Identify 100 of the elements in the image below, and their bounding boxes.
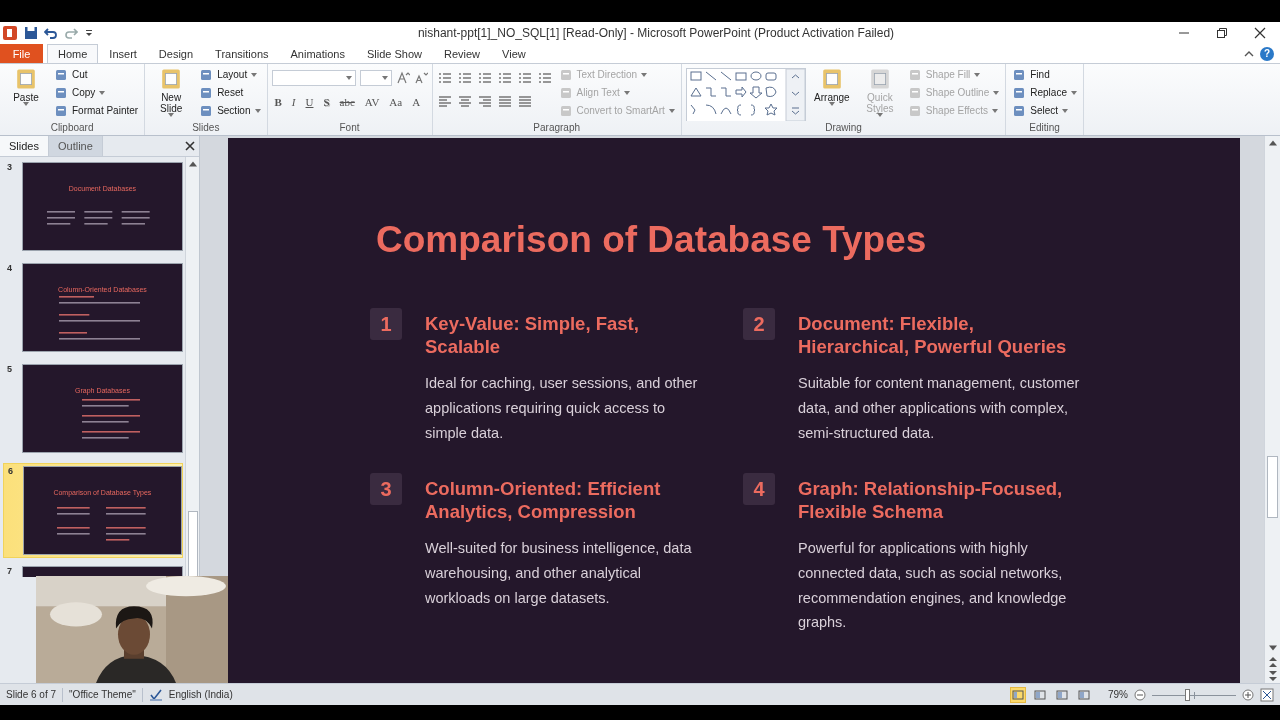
zoom-in-icon[interactable] (1242, 688, 1254, 701)
slide-number: 6 (7, 466, 14, 478)
align-icon[interactable] (456, 94, 473, 110)
redo-icon[interactable] (64, 26, 78, 40)
slide-thumbnail-row[interactable]: 7 (3, 564, 183, 577)
list-icon[interactable] (536, 70, 553, 86)
help-button[interactable]: ? (1260, 46, 1274, 61)
app-icon[interactable] (2, 25, 18, 41)
align-icon[interactable] (476, 94, 493, 110)
font-format-button[interactable]: AV (361, 94, 383, 110)
align-icon[interactable] (436, 94, 453, 110)
font-format-button[interactable]: B (271, 94, 285, 110)
scrollbar-thumb[interactable] (187, 511, 198, 577)
shrink-font-icon[interactable] (413, 71, 428, 85)
item-heading: Column-Oriented: Efficient Analytics, Compression (425, 477, 662, 523)
command-icon (1012, 67, 1027, 82)
ribbon-command[interactable]: Copy (52, 84, 141, 101)
ribbon-tab[interactable]: Transitions (204, 44, 280, 63)
ribbon-command[interactable]: Replace (1010, 84, 1079, 101)
font-format-button[interactable]: Aa (386, 94, 406, 110)
font-name-field[interactable] (271, 70, 356, 86)
restore-icon[interactable] (1216, 27, 1228, 39)
list-icon[interactable] (496, 70, 513, 86)
command-icon (14, 67, 38, 91)
font-format-button[interactable]: A (409, 94, 424, 110)
ribbon-tab[interactable]: Design (147, 44, 205, 63)
zoom-slider[interactable] (1152, 688, 1236, 701)
font-format-button[interactable]: I (288, 94, 299, 110)
ribbon-command[interactable]: Reset (197, 84, 263, 101)
customize-caret-icon[interactable] (84, 28, 94, 38)
command-icon (199, 85, 214, 100)
ribbon-command[interactable]: New Slide (149, 66, 194, 117)
number-badge: 4 (743, 473, 775, 505)
command-icon (558, 85, 573, 100)
caret-icon (876, 113, 883, 117)
slide-number: 7 (6, 566, 13, 577)
command-icon (558, 103, 573, 118)
ribbon-tab[interactable]: Home (47, 44, 99, 63)
scrollbar[interactable] (1264, 136, 1280, 683)
ribbon-tab[interactable]: File (0, 44, 43, 63)
ribbon-command[interactable]: Section (197, 102, 263, 119)
normal-view-icon[interactable] (1010, 686, 1026, 703)
list-icon[interactable] (456, 70, 473, 86)
caret-icon (251, 72, 258, 77)
scrollbar[interactable] (185, 157, 199, 577)
ribbon-command[interactable]: Format Painter (52, 102, 141, 119)
caret-icon (1062, 108, 1069, 113)
command-icon (199, 67, 214, 82)
ribbon-command[interactable]: Layout (197, 66, 263, 83)
undo-icon[interactable] (44, 26, 58, 40)
pane-tab[interactable]: Slides (0, 136, 49, 156)
close-icon[interactable] (1254, 27, 1266, 39)
scroll-up-icon[interactable] (188, 161, 197, 167)
save-icon[interactable] (24, 26, 38, 40)
list-icon[interactable] (476, 70, 493, 86)
align-icon[interactable] (516, 94, 533, 110)
caret-icon (974, 72, 981, 77)
font-format-button[interactable]: S (320, 94, 333, 110)
spell-check-icon[interactable] (148, 687, 163, 702)
list-icon[interactable] (436, 70, 453, 86)
font-format-button[interactable]: abc (336, 94, 358, 110)
zoom-out-icon[interactable] (1134, 688, 1146, 701)
ribbon-command[interactable]: Find (1010, 66, 1079, 83)
ribbon-tab[interactable]: View (491, 44, 537, 63)
next-slide-icon[interactable] (1268, 671, 1277, 681)
previous-slide-icon[interactable] (1268, 657, 1277, 667)
caret-icon (1070, 90, 1077, 95)
caret-icon (993, 90, 1000, 95)
ribbon-tab[interactable]: Insert (98, 44, 148, 63)
caret-icon (99, 90, 106, 95)
command-icon (54, 103, 68, 118)
ribbon-command[interactable]: Select (1010, 102, 1079, 119)
pane-tab[interactable]: Outline (48, 136, 103, 156)
slider-thumb[interactable] (1185, 688, 1191, 701)
zoom-level[interactable]: 79% (1108, 689, 1128, 700)
ribbon-tab[interactable]: Animations (279, 44, 356, 63)
item-description: Well-suited for business intelligence, data warehousing, and other analytical workloads on large datasets. (425, 539, 693, 608)
scrollbar-thumb[interactable] (1267, 456, 1278, 518)
list-icon[interactable] (516, 70, 533, 86)
close-icon[interactable] (185, 141, 195, 151)
ribbon-command[interactable]: Cut (52, 66, 141, 83)
item-heading: Graph: Relationship-Focused, Flexible Schema (798, 477, 1064, 523)
fit-slide-icon[interactable] (1260, 687, 1274, 702)
caret-icon (254, 108, 261, 113)
command-icon (907, 103, 922, 118)
grow-font-icon[interactable] (395, 71, 410, 85)
scroll-up-icon[interactable] (1268, 140, 1277, 146)
ribbon-tab[interactable]: Review (432, 44, 492, 63)
font-size-field[interactable] (359, 70, 392, 86)
ribbon-command[interactable]: Arrange (809, 66, 854, 106)
slide-number: 3 (6, 162, 13, 174)
shapes-gallery[interactable] (685, 68, 806, 122)
caret-icon (168, 113, 175, 117)
caret-icon (668, 108, 675, 113)
language[interactable]: English (India) (168, 689, 233, 700)
font-format-button[interactable]: U (302, 94, 317, 110)
ribbon-tab[interactable]: Slide Show (355, 44, 433, 63)
scroll-down-icon[interactable] (1268, 645, 1277, 651)
align-icon[interactable] (496, 94, 513, 110)
ribbon-command[interactable]: Paste (4, 66, 48, 106)
